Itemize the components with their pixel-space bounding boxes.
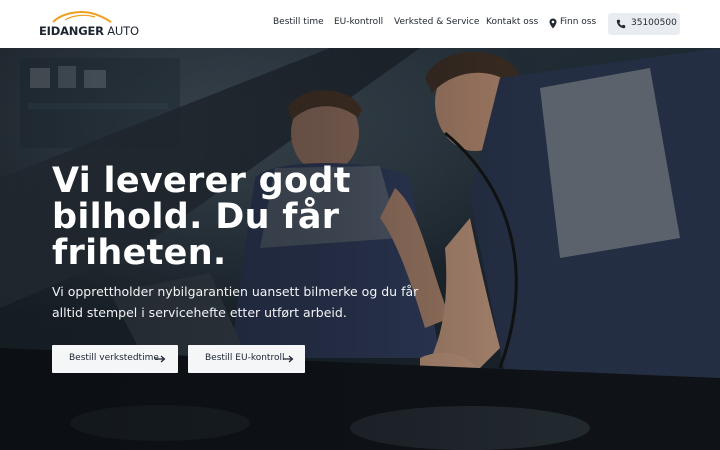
phone-icon <box>616 19 626 29</box>
nav-verksted-service[interactable]: Verksted & Service <box>394 17 479 27</box>
book-workshop-label: Bestill verkstedtime <box>69 353 159 363</box>
map-pin-icon <box>549 18 557 29</box>
arrow-right-icon <box>155 355 166 363</box>
logo[interactable]: EIDANGER AUTO <box>39 10 139 38</box>
nav-kontakt-oss[interactable]: Kontakt oss <box>486 17 538 27</box>
nav-bestill-time[interactable]: Bestill time <box>273 17 324 27</box>
arrow-right-icon <box>283 355 294 363</box>
nav-finn-oss[interactable]: Finn oss <box>560 17 596 27</box>
nav-eu-kontroll[interactable]: EU-kontroll <box>334 17 383 27</box>
car-swoosh-logo-icon <box>52 11 112 23</box>
site-header: EIDANGER AUTO Bestill time EU-kontroll V… <box>0 0 720 48</box>
hero-title: Vi leverer godt bilhold. Du får friheten… <box>52 161 351 273</box>
logo-text: EIDANGER AUTO <box>39 24 139 38</box>
phone-button[interactable]: 35100500 <box>608 13 680 35</box>
hero-subtitle: Vi opprettholder nybilgarantien uansett … <box>52 284 419 320</box>
book-eu-control-button[interactable]: Bestill EU-kontroll <box>188 345 305 373</box>
phone-number: 35100500 <box>631 18 677 28</box>
book-eu-control-label: Bestill EU-kontroll <box>205 353 285 363</box>
book-workshop-button[interactable]: Bestill verkstedtime <box>52 345 178 373</box>
